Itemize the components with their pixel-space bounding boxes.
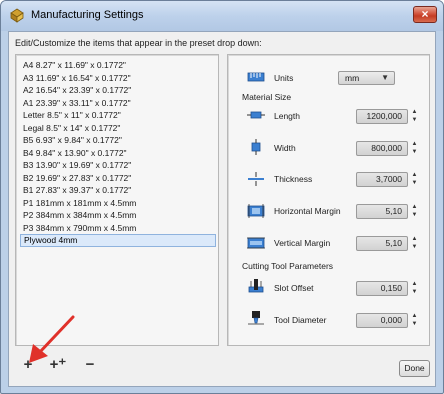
- width-stepper[interactable]: ▲ ▼: [410, 141, 419, 156]
- thickness-label: Thickness: [274, 174, 313, 184]
- preset-list-item[interactable]: A2 16.54" x 23.39" x 0.1772": [20, 84, 216, 97]
- thickness-stepper[interactable]: ▲ ▼: [410, 172, 419, 187]
- increment-icon[interactable]: ▲: [410, 141, 419, 148]
- horizontal-margin-input[interactable]: 5,10: [356, 204, 408, 219]
- preset-list-item[interactable]: B5 6.93" x 9.84" x 0.1772": [20, 134, 216, 147]
- title-bar[interactable]: Manufacturing Settings ×: [1, 1, 443, 31]
- preset-list-item[interactable]: B3 13.90" x 19.69" x 0.1772": [20, 159, 216, 172]
- vertical-margin-icon: [247, 237, 265, 249]
- increment-icon[interactable]: ▲: [410, 313, 419, 320]
- decrement-icon[interactable]: ▼: [410, 212, 419, 219]
- cutting-tool-heading: Cutting Tool Parameters: [242, 261, 334, 271]
- tool-diameter-stepper[interactable]: ▲ ▼: [410, 313, 419, 328]
- increment-icon[interactable]: ▲: [410, 172, 419, 179]
- decrement-icon[interactable]: ▼: [410, 321, 419, 328]
- done-button[interactable]: Done: [399, 360, 430, 377]
- add-preset-button[interactable]: +: [19, 357, 37, 373]
- increment-icon[interactable]: ▲: [410, 204, 419, 211]
- length-label: Length: [274, 111, 300, 121]
- settings-panel: Units mm ▼ Material Size Length 1200,000…: [227, 54, 430, 346]
- width-input[interactable]: 800,000: [356, 141, 408, 156]
- horizontal-margin-stepper[interactable]: ▲ ▼: [410, 204, 419, 219]
- increment-icon[interactable]: ▲: [410, 109, 419, 116]
- units-label: Units: [274, 73, 294, 83]
- decrement-icon[interactable]: ▼: [410, 117, 419, 124]
- preset-list-item[interactable]: B4 9.84" x 13.90" x 0.1772": [20, 147, 216, 160]
- preset-list-item[interactable]: Plywood 4mm: [20, 234, 216, 247]
- slot-offset-label: Slot Offset: [274, 283, 314, 293]
- preset-list-item[interactable]: P1 181mm x 181mm x 4.5mm: [20, 197, 216, 210]
- preset-list[interactable]: A4 8.27" x 11.69" x 0.1772" A3 11.69" x 1…: [20, 59, 216, 247]
- vertical-margin-input[interactable]: 5,10: [356, 236, 408, 251]
- material-size-heading: Material Size: [242, 92, 292, 102]
- preset-list-panel[interactable]: A4 8.27" x 11.69" x 0.1772" A3 11.69" x 1…: [15, 54, 219, 346]
- manufacturing-settings-window: Manufacturing Settings × Edit/Customize …: [0, 0, 444, 394]
- close-button[interactable]: ×: [413, 6, 437, 23]
- chevron-down-icon: ▼: [381, 73, 389, 82]
- vertical-margin-label: Vertical Margin: [274, 238, 331, 248]
- length-stepper[interactable]: ▲ ▼: [410, 109, 419, 124]
- preset-list-item[interactable]: P2 384mm x 384mm x 4.5mm: [20, 209, 216, 222]
- preset-list-item[interactable]: Legal 8.5" x 14" x 0.1772": [20, 122, 216, 135]
- horizontal-margin-label: Horizontal Margin: [274, 206, 341, 216]
- window-title: Manufacturing Settings: [31, 9, 144, 21]
- preset-list-item[interactable]: A3 11.69" x 16.54" x 0.1772": [20, 72, 216, 85]
- preset-list-item[interactable]: Letter 8.5" x 11" x 0.1772": [20, 109, 216, 122]
- thickness-input[interactable]: 3,7000: [356, 172, 408, 187]
- slot-offset-input[interactable]: 0,150: [356, 281, 408, 296]
- slot-offset-icon: [248, 279, 264, 293]
- decrement-icon[interactable]: ▼: [410, 244, 419, 251]
- tool-diameter-icon: [248, 311, 264, 325]
- app-icon: [10, 8, 24, 23]
- tool-diameter-label: Tool Diameter: [274, 315, 327, 325]
- increment-icon[interactable]: ▲: [410, 236, 419, 243]
- slot-offset-stepper[interactable]: ▲ ▼: [410, 281, 419, 296]
- preset-list-item[interactable]: A1 23.39" x 33.11" x 0.1772": [20, 97, 216, 110]
- tool-diameter-input[interactable]: 0,000: [356, 313, 408, 328]
- ruler-icon: [247, 72, 265, 82]
- preset-list-item[interactable]: B1 27.83" x 39.37" x 0.1772": [20, 184, 216, 197]
- increment-icon[interactable]: ▲: [410, 281, 419, 288]
- preset-list-item[interactable]: P3 384mm x 790mm x 4.5mm: [20, 222, 216, 235]
- preset-list-item[interactable]: A4 8.27" x 11.69" x 0.1772": [20, 59, 216, 72]
- thickness-icon: [248, 172, 264, 186]
- dialog-body: Edit/Customize the items that appear in …: [8, 31, 436, 387]
- duplicate-preset-button[interactable]: +⁺: [49, 357, 67, 373]
- preset-list-item[interactable]: B2 19.69" x 27.83" x 0.1772": [20, 172, 216, 185]
- decrement-icon[interactable]: ▼: [410, 149, 419, 156]
- width-label: Width: [274, 143, 296, 153]
- remove-preset-button[interactable]: −: [81, 357, 99, 373]
- decrement-icon[interactable]: ▼: [410, 289, 419, 296]
- vertical-margin-stepper[interactable]: ▲ ▼: [410, 236, 419, 251]
- width-icon: [251, 139, 261, 155]
- length-input[interactable]: 1200,000: [356, 109, 408, 124]
- instructions-caption: Edit/Customize the items that appear in …: [15, 38, 262, 48]
- decrement-icon[interactable]: ▼: [410, 180, 419, 187]
- length-icon: [247, 111, 265, 119]
- units-dropdown[interactable]: mm ▼: [338, 71, 395, 85]
- units-value: mm: [345, 73, 360, 83]
- horizontal-margin-icon: [247, 204, 265, 218]
